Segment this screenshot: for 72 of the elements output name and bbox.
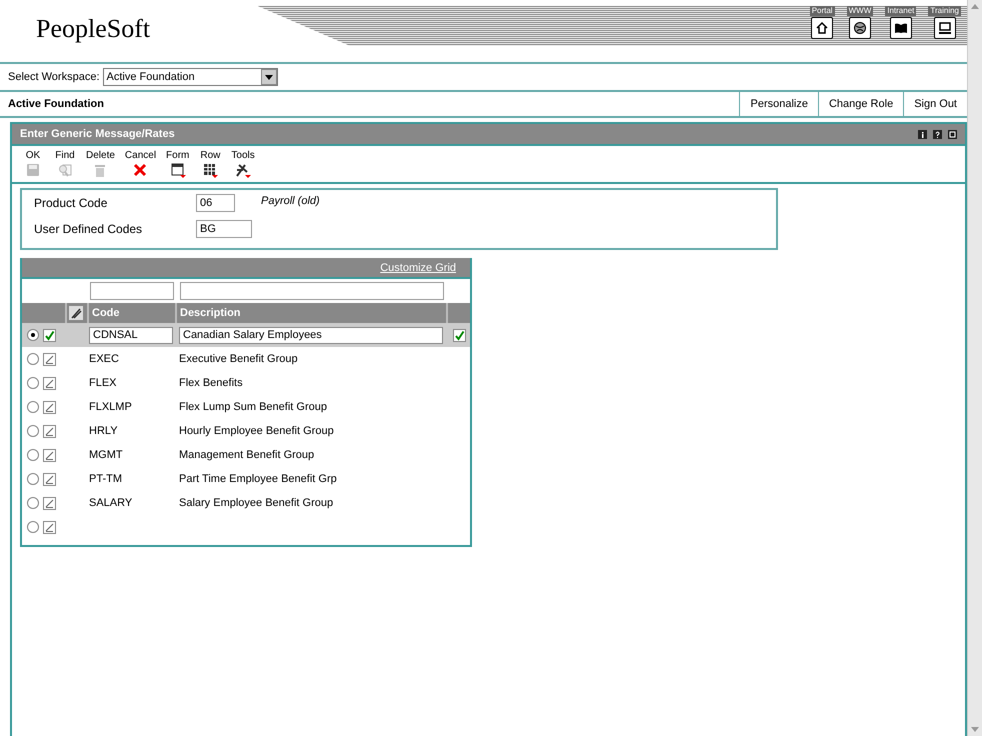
form-icon	[170, 162, 186, 178]
code-cell: EXEC	[89, 353, 119, 365]
edit-icon[interactable]	[43, 448, 56, 462]
edit-icon[interactable]	[43, 424, 56, 438]
form-title: Enter Generic Message/Rates	[20, 128, 175, 140]
info-icon[interactable]	[918, 130, 927, 138]
filter-field[interactable]	[180, 282, 444, 300]
row-radio-button[interactable]	[27, 449, 39, 461]
attachment-icon[interactable]	[69, 306, 83, 320]
row-radio-button[interactable]	[27, 329, 39, 341]
row-radio-button[interactable]	[27, 521, 39, 533]
x-icon	[132, 162, 148, 178]
code-cell: MGMT	[89, 449, 123, 461]
description-cell: Hourly Employee Benefit Group	[179, 425, 334, 437]
magnifier-icon	[57, 162, 73, 178]
code-cell: FLXLMP	[89, 401, 132, 413]
code-cell: HRLY	[89, 425, 118, 437]
field-label: Product Code	[34, 196, 108, 210]
code-cell: SALARY	[89, 497, 132, 509]
input-field[interactable]: BG	[196, 220, 252, 238]
nav-label: Portal	[810, 6, 835, 16]
description-cell: Part Time Employee Benefit Grp	[179, 473, 337, 485]
edit-icon[interactable]	[43, 496, 56, 510]
customize-grid-link[interactable]: Customize Grid	[380, 262, 456, 274]
header-link[interactable]: Change Role	[818, 92, 904, 116]
description-cell: Executive Benefit Group	[179, 353, 298, 365]
peoplesoft-logo: PeopleSoft	[35, 13, 152, 45]
nav-label: Intranet	[885, 6, 916, 16]
toolbar-button[interactable]: Cancel	[120, 150, 160, 178]
field-description: Payroll (old)	[261, 195, 320, 207]
row-radio-button[interactable]	[27, 377, 39, 389]
edit-icon[interactable]	[43, 520, 56, 534]
book-icon[interactable]	[890, 17, 912, 39]
tools-icon	[235, 162, 252, 178]
nav-label: Training	[928, 6, 961, 16]
description-cell: Management Benefit Group	[179, 449, 314, 461]
dropdown-caret-icon	[264, 74, 273, 80]
code-cell: PT-TM	[89, 473, 122, 485]
row-radio-button[interactable]	[27, 401, 39, 413]
row-radio-button[interactable]	[27, 497, 39, 509]
workspace-label: Select Workspace:	[8, 71, 100, 83]
monitor-icon[interactable]	[934, 17, 956, 39]
check-icon	[43, 328, 56, 342]
edit-icon[interactable]	[43, 400, 56, 414]
filter-field[interactable]	[90, 282, 174, 300]
check-icon	[453, 328, 466, 342]
description-cell: Flex Lump Sum Benefit Group	[179, 401, 327, 413]
input-field[interactable]: 06	[196, 194, 235, 212]
description-input[interactable]: Canadian Salary Employees	[179, 326, 443, 344]
field-label: User Defined Codes	[34, 222, 144, 236]
toolbar-button[interactable]: Form	[162, 150, 194, 178]
row-radio-button[interactable]	[27, 473, 39, 485]
help-icon[interactable]	[933, 130, 942, 138]
edit-icon[interactable]	[43, 352, 56, 366]
description-cell: Salary Employee Benefit Group	[179, 497, 334, 509]
edit-icon[interactable]	[43, 472, 56, 486]
globe-icon[interactable]	[848, 17, 871, 39]
edit-icon[interactable]	[43, 376, 56, 390]
toolbar-button[interactable]: Tools	[227, 150, 259, 178]
code-cell: FLEX	[89, 377, 117, 389]
workspace-title: Active Foundation	[7, 98, 105, 110]
workspace-dropdown[interactable]: Active Foundation	[102, 68, 278, 86]
window-icon[interactable]	[948, 130, 957, 138]
header-link[interactable]: Personalize	[739, 92, 818, 116]
toolbar-button[interactable]: Row	[195, 150, 226, 178]
description-cell: Flex Benefits	[179, 377, 243, 389]
code-input[interactable]: CDNSAL	[89, 326, 173, 344]
nav-label: WWW	[846, 6, 874, 16]
grid-icon	[202, 162, 218, 178]
row-radio-button[interactable]	[27, 353, 39, 365]
row-radio-button[interactable]	[27, 425, 39, 437]
home-icon[interactable]	[811, 17, 834, 39]
